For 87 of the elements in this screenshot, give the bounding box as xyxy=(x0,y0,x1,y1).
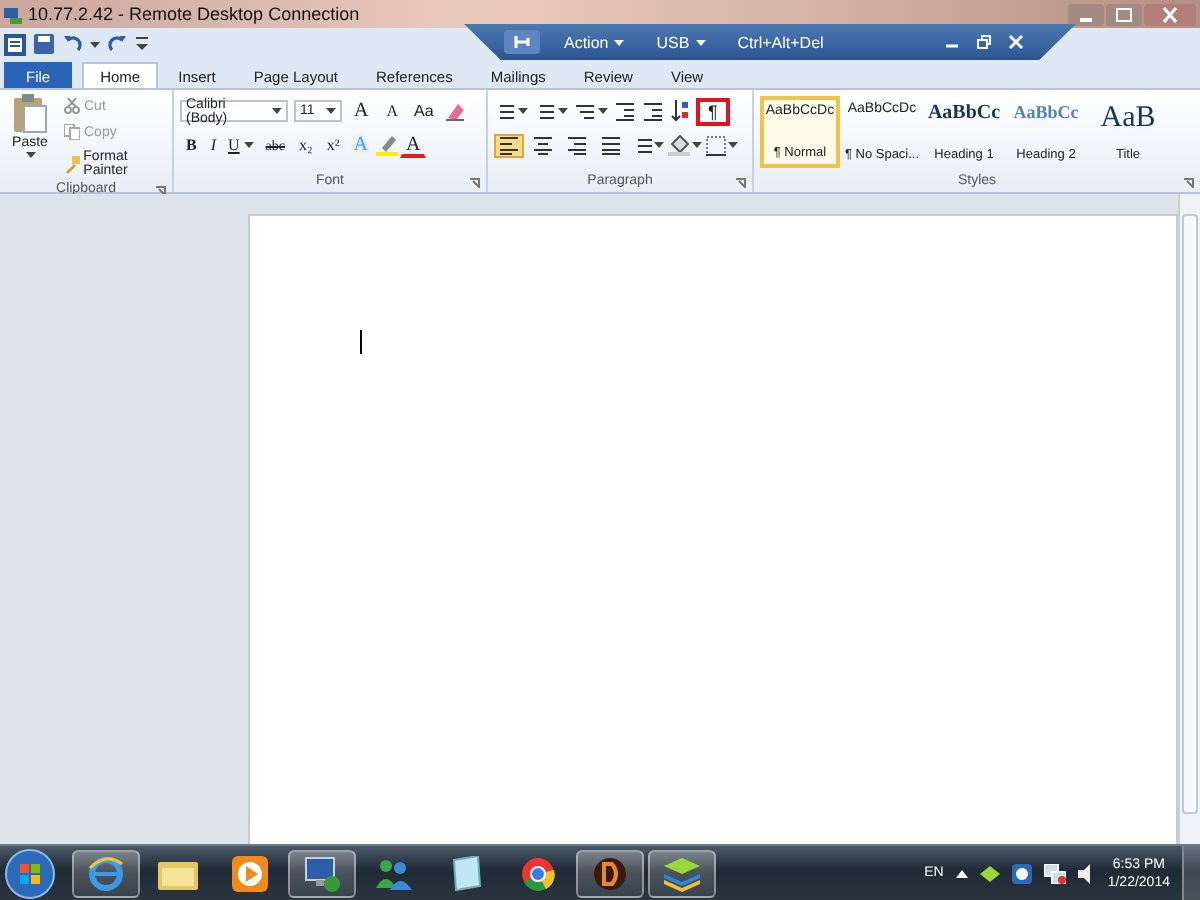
remote-desktop-icon xyxy=(4,5,22,23)
caret-icon xyxy=(654,142,664,148)
caret-icon xyxy=(518,108,528,114)
italic-button[interactable]: I xyxy=(204,134,223,156)
paintbrush-icon xyxy=(64,155,80,173)
undo-icon[interactable] xyxy=(62,34,82,54)
clipboard-icon xyxy=(12,94,48,134)
minimize-button[interactable] xyxy=(1068,3,1104,25)
alignment-button[interactable] xyxy=(562,133,592,157)
close-button[interactable] xyxy=(1008,34,1024,50)
note-icon xyxy=(450,855,482,891)
tray-app-icon[interactable] xyxy=(1011,863,1032,883)
increase-indent-icon[interactable] xyxy=(642,101,664,121)
vertical-scrollbar[interactable] xyxy=(1178,194,1200,844)
superscript-button[interactable]: x² xyxy=(320,134,346,156)
menu-button[interactable]: Action xyxy=(556,33,633,51)
save-icon[interactable] xyxy=(34,34,54,54)
align-left-icon xyxy=(498,135,520,155)
dialog-launcher-icon[interactable] xyxy=(156,185,166,195)
highlighter-icon[interactable] xyxy=(375,134,398,156)
customize-menu-icon[interactable] xyxy=(136,36,148,52)
caret-icon xyxy=(326,108,336,114)
alignment-button[interactable] xyxy=(528,133,558,157)
font-color-button[interactable]: A xyxy=(399,133,427,157)
caret-icon xyxy=(558,108,568,114)
underline-button[interactable]: U xyxy=(224,134,258,156)
window-title: 10.77.2.42 - Remote Desktop Connection xyxy=(28,4,360,24)
shading-icon[interactable] xyxy=(668,134,690,156)
sort-icon[interactable] xyxy=(670,100,690,122)
maximize-button[interactable] xyxy=(1106,3,1142,25)
caret-icon xyxy=(728,142,738,148)
game-icon xyxy=(592,855,628,891)
caret-icon xyxy=(272,108,282,114)
align-center-icon xyxy=(532,135,554,155)
change-case-button[interactable]: Aa xyxy=(410,100,438,122)
pin-button[interactable] xyxy=(504,30,540,54)
redo-icon[interactable] xyxy=(108,34,128,54)
close-button[interactable] xyxy=(1144,3,1196,25)
dialog-launcher-icon[interactable] xyxy=(1184,177,1194,187)
show-formatting-marks-button[interactable]: ¶ xyxy=(696,97,730,125)
remote-desktop-icon xyxy=(304,855,340,891)
copy-icon xyxy=(64,124,80,140)
alignment-button[interactable] xyxy=(494,133,524,157)
menu-button[interactable]: USB xyxy=(648,33,714,51)
subscript-button[interactable]: x₂ xyxy=(293,134,319,156)
borders-icon[interactable] xyxy=(706,135,726,155)
shrink-font-button[interactable]: A xyxy=(380,100,405,122)
media-player-icon xyxy=(232,855,268,891)
bullets-icon[interactable] xyxy=(494,101,516,121)
layers-icon xyxy=(662,855,702,891)
show-hidden-icons-button[interactable] xyxy=(955,869,968,877)
taskbar-button[interactable] xyxy=(648,849,716,897)
network-icon[interactable] xyxy=(1043,863,1066,883)
caret-icon xyxy=(90,41,100,47)
alignment-button[interactable] xyxy=(596,133,626,157)
align-right-icon xyxy=(566,135,588,155)
caret-icon xyxy=(692,142,702,148)
caret-icon xyxy=(598,108,608,114)
scissors-icon xyxy=(64,98,80,114)
restore-button[interactable] xyxy=(976,34,992,50)
folder-icon xyxy=(158,857,198,889)
start-button[interactable] xyxy=(4,847,56,899)
tray-app-icon[interactable] xyxy=(979,865,1000,881)
chrome-icon xyxy=(520,855,556,891)
bold-button[interactable]: B xyxy=(180,134,203,156)
taskbar-button[interactable] xyxy=(72,849,140,897)
caret-icon xyxy=(614,39,625,45)
decrease-indent-icon[interactable] xyxy=(614,101,636,121)
taskbar-button[interactable] xyxy=(288,849,356,897)
people-icon xyxy=(374,855,414,891)
caret-icon xyxy=(243,142,254,148)
grow-font-button[interactable]: A xyxy=(348,98,375,124)
volume-icon[interactable] xyxy=(1077,863,1096,883)
browser-icon xyxy=(88,855,124,891)
text-cursor xyxy=(360,330,362,354)
taskbar-button[interactable] xyxy=(576,849,644,897)
clear-formatting-icon[interactable] xyxy=(443,100,466,122)
dialog-launcher-icon[interactable] xyxy=(470,177,481,187)
caret-icon xyxy=(695,39,706,45)
caret-icon xyxy=(25,152,35,158)
multilevel-list-icon[interactable] xyxy=(574,101,596,121)
show-desktop-button[interactable] xyxy=(1182,845,1200,900)
dialog-launcher-icon[interactable] xyxy=(736,177,747,187)
justify-icon xyxy=(600,135,622,155)
ctrl-alt-del-button[interactable]: Ctrl+Alt+Del xyxy=(729,33,832,51)
word-app-icon xyxy=(4,33,26,55)
numbering-icon[interactable] xyxy=(534,101,556,121)
